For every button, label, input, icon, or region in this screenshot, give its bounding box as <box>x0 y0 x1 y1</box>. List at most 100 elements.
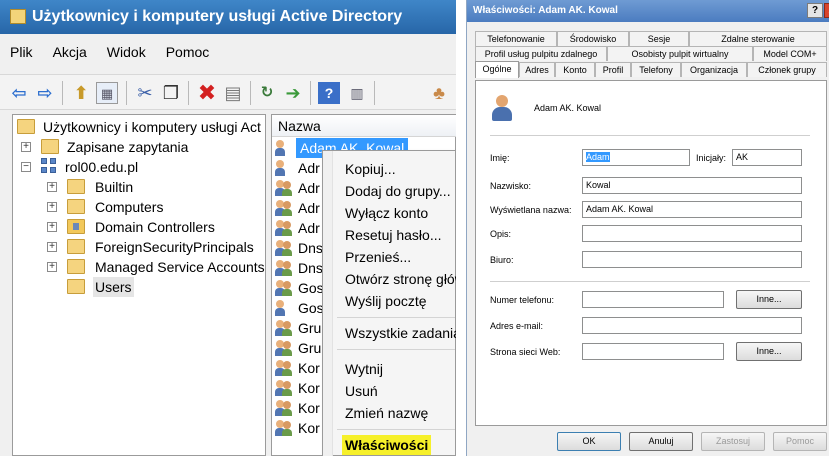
tab-profil-uslug-pulpitu-zdalnego[interactable]: Profil usług pulpitu zdalnego <box>475 46 607 61</box>
refresh-icon[interactable]: ↻ <box>256 82 278 104</box>
up-folder-icon[interactable]: ⬆ <box>70 82 92 104</box>
tab-srodowisko[interactable]: Środowisko <box>557 31 629 46</box>
tree-pane: Użytkownicy i komputery usługi Act + Zap… <box>12 114 266 456</box>
tab-telefony[interactable]: Telefony <box>631 62 681 77</box>
description-field[interactable] <box>582 225 802 242</box>
office-field[interactable] <box>582 251 802 268</box>
phone-field[interactable] <box>582 291 724 308</box>
tab-czlonek-grupy[interactable]: Członek grupy <box>747 62 827 77</box>
tab-row-1: Telefonowanie Środowisko Sesje Zdalne st… <box>475 31 827 46</box>
aduc-app-icon <box>10 9 26 24</box>
context-menu: Kopiuj... Dodaj do grupy... Wyłącz konto… <box>322 150 456 456</box>
menu-item-wytnij[interactable]: Wytnij <box>345 359 383 379</box>
help-icon[interactable]: ? <box>318 82 340 104</box>
toolbar: ⇦ ⇨ ⬆ ▦ ✂ ❐ ✖ ▤ ↻ ➔ ? ▥ ♣ <box>0 74 456 110</box>
tab-telefonowanie[interactable]: Telefonowanie <box>475 31 557 46</box>
new-user-icon[interactable]: ♣ <box>428 82 450 104</box>
properties-icon[interactable]: ▤ <box>222 82 244 104</box>
group-icon <box>275 280 294 296</box>
tab-profil[interactable]: Profil <box>595 62 631 77</box>
menu-item-otworz-strone[interactable]: Otwórz stronę główną <box>345 269 456 289</box>
display-name-label: Wyświetlana nazwa: <box>490 205 572 215</box>
aduc-title-text: Użytkownicy i komputery usługi Active Di… <box>32 8 403 25</box>
menu-item-wyslij-poczte[interactable]: Wyślij pocztę <box>345 291 427 311</box>
email-field[interactable] <box>582 317 802 334</box>
menu-akcja[interactable]: Akcja <box>43 40 97 66</box>
tab-row-2: Profil usług pulpitu zdalnego Osobisty p… <box>475 46 827 61</box>
tab-sesje[interactable]: Sesje <box>629 31 689 46</box>
view-icon[interactable]: ▥ <box>346 82 368 104</box>
expand-icon[interactable]: + <box>47 262 57 272</box>
menu-item-przenies[interactable]: Przenieś... <box>345 247 411 267</box>
office-label: Biuro: <box>490 255 514 265</box>
tab-adres[interactable]: Adres <box>519 62 555 77</box>
help-title-button[interactable]: ? <box>807 3 823 18</box>
web-other-button[interactable]: Inne... <box>736 342 802 361</box>
menu-plik[interactable]: Plik <box>0 40 43 66</box>
cut-icon[interactable]: ✂ <box>134 82 156 104</box>
ou-folder-icon <box>67 219 85 234</box>
aduc-window: Użytkownicy i komputery usługi Active Di… <box>0 0 456 456</box>
group-icon <box>275 360 294 376</box>
aduc-title-bar[interactable]: Użytkownicy i komputery usługi Active Di… <box>0 0 456 34</box>
tab-row-3: Ogólne Adres Konto Profil Telefony Organ… <box>475 61 827 78</box>
menu-pomoc[interactable]: Pomoc <box>156 40 220 66</box>
back-icon[interactable]: ⇦ <box>8 82 30 104</box>
tab-ogolne[interactable]: Ogólne <box>475 61 519 78</box>
folder-icon <box>67 259 85 274</box>
collapse-icon[interactable]: − <box>21 162 31 172</box>
tree-item-label: Managed Service Accounts <box>95 259 265 275</box>
tab-osobisty-pulpit-wirtualny[interactable]: Osobisty pulpit wirtualny <box>607 46 753 61</box>
phone-other-button[interactable]: Inne... <box>736 290 802 309</box>
tree-item-label: ForeignSecurityPrincipals <box>95 239 254 255</box>
description-label: Opis: <box>490 229 512 239</box>
group-icon <box>275 340 294 356</box>
properties-title-bar[interactable]: Właściwości: Adam AK. Kowal ? X <box>467 0 829 22</box>
initials-field[interactable]: AK <box>732 149 802 166</box>
tab-konto[interactable]: Konto <box>555 62 595 77</box>
tab-organizacja[interactable]: Organizacja <box>681 62 747 77</box>
expand-icon[interactable]: + <box>21 142 31 152</box>
apply-button[interactable]: Zastosuj <box>701 432 765 451</box>
cancel-button[interactable]: Anuluj <box>629 432 693 451</box>
column-header-name[interactable]: Nazwa <box>272 115 456 137</box>
expand-icon[interactable]: + <box>47 182 57 192</box>
list-item-name: Gru <box>298 340 322 356</box>
tab-zdalne-sterowanie[interactable]: Zdalne sterowanie <box>689 31 827 46</box>
last-name-field[interactable]: Kowal <box>582 177 802 194</box>
web-field[interactable] <box>582 343 724 360</box>
display-header: Adam AK. Kowal <box>534 103 602 113</box>
tree-domain-label: rol00.edu.pl <box>65 159 139 175</box>
properties-dialog: Właściwości: Adam AK. Kowal ? X Telefono… <box>466 0 829 456</box>
export-icon[interactable]: ➔ <box>282 82 304 104</box>
expand-icon[interactable]: + <box>47 242 57 252</box>
expand-icon[interactable]: + <box>47 202 57 212</box>
last-name-label: Nazwisko: <box>490 181 532 191</box>
group-icon <box>275 320 294 336</box>
menu-item-kopiuj[interactable]: Kopiuj... <box>345 159 396 179</box>
menu-item-zmien-nazwe[interactable]: Zmień nazwę <box>345 403 428 423</box>
expand-icon[interactable]: + <box>47 222 57 232</box>
folder-icon <box>67 199 85 214</box>
show-tree-icon[interactable]: ▦ <box>96 82 118 104</box>
ok-button[interactable]: OK <box>557 432 621 451</box>
list-item-name: Gos <box>298 280 324 296</box>
first-name-field[interactable]: Adam <box>582 149 690 166</box>
forward-icon[interactable]: ⇨ <box>34 82 56 104</box>
display-name-field[interactable]: Adam AK. Kowal <box>582 201 802 218</box>
menu-item-wylacz-konto[interactable]: Wyłącz konto <box>345 203 428 223</box>
close-title-button[interactable]: X <box>824 3 829 18</box>
menu-item-usun[interactable]: Usuń <box>345 381 378 401</box>
list-item-name: Kor <box>298 400 320 416</box>
delete-icon[interactable]: ✖ <box>196 82 218 104</box>
group-icon <box>275 420 294 436</box>
help-button[interactable]: Pomoc <box>773 432 827 451</box>
list-item-name: Kor <box>298 360 320 376</box>
menu-item-resetuj-haslo[interactable]: Resetuj hasło... <box>345 225 442 245</box>
menu-widok[interactable]: Widok <box>97 40 156 66</box>
menu-item-dodaj-do-grupy[interactable]: Dodaj do grupy... <box>345 181 451 201</box>
menu-item-wszystkie-zadania[interactable]: Wszystkie zadania <box>345 323 456 343</box>
copy-icon[interactable]: ❐ <box>160 82 182 104</box>
menu-item-wlasciwosci[interactable]: Właściwości <box>342 435 432 455</box>
tab-model-com[interactable]: Model COM+ <box>753 46 827 61</box>
